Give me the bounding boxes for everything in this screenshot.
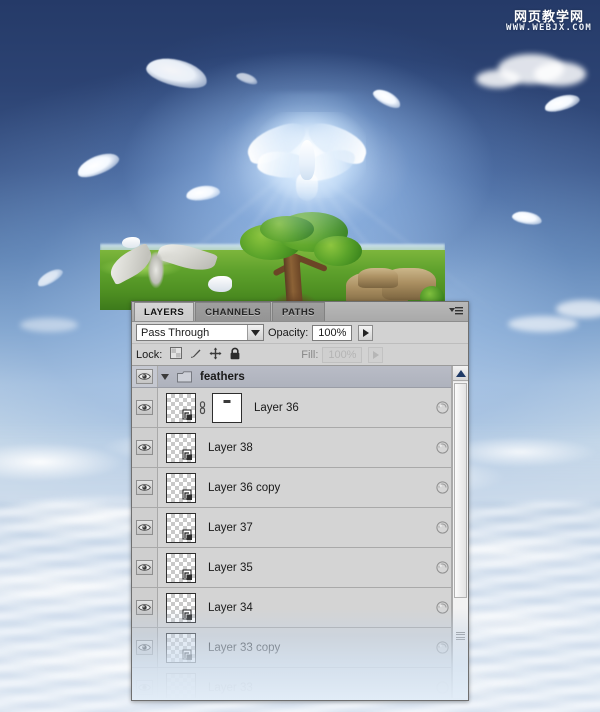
visibility-toggle[interactable]	[132, 508, 158, 547]
layer-list[interactable]: feathers Layer 36 Layer 38 Layer 36 copy…	[132, 366, 468, 698]
eye-icon[interactable]	[136, 440, 153, 455]
layer-thumbnail[interactable]	[166, 672, 196, 698]
chevron-up-icon[interactable]	[453, 366, 468, 381]
watermark: 网页教学网 WWW.WEBJX.COM	[506, 10, 592, 33]
visibility-toggle[interactable]	[132, 468, 158, 507]
effects-icon[interactable]	[436, 601, 449, 614]
screenshot-stage: 网页教学网 WWW.WEBJX.COM LAYERS CHANNELS PATH…	[0, 0, 600, 712]
opacity-label: Opacity:	[268, 326, 309, 339]
triangle-down-icon[interactable]	[158, 373, 172, 380]
lock-label: Lock:	[136, 348, 163, 361]
opacity-input[interactable]: 100%	[312, 324, 353, 341]
eye-icon[interactable]	[136, 600, 153, 615]
layer-thumbnail[interactable]	[166, 512, 196, 543]
lock-image-pixels-icon[interactable]	[189, 347, 202, 363]
layer-row[interactable]: Layer 34	[132, 588, 468, 628]
cloud-puff	[20, 318, 78, 332]
layer-mask-thumbnail[interactable]	[212, 392, 242, 423]
layer-name[interactable]: Layer 36 copy	[196, 482, 436, 494]
layer-name[interactable]: Layer 34	[196, 602, 436, 614]
fill-input[interactable]: 100%	[322, 346, 363, 363]
watermark-chinese-text: 网页教学网	[513, 9, 584, 24]
scrollbar-thumb[interactable]	[454, 383, 467, 598]
lock-all-icon[interactable]	[229, 347, 241, 363]
vertical-scrollbar[interactable]	[452, 366, 468, 698]
layer-row[interactable]: Layer 35	[132, 548, 468, 588]
panel-tab-strip: LAYERS CHANNELS PATHS	[132, 302, 468, 322]
dove-body	[299, 140, 315, 180]
layer-thumbnail[interactable]	[166, 552, 196, 583]
visibility-toggle[interactable]	[132, 366, 158, 387]
layers-panel: LAYERS CHANNELS PATHS Pass Through Opaci…	[131, 301, 469, 701]
link-icon[interactable]	[196, 400, 208, 415]
layer-row-group[interactable]: feathers	[132, 366, 468, 388]
dove-standing	[208, 276, 232, 292]
lock-transparent-pixels-icon[interactable]	[170, 347, 183, 362]
layer-row[interactable]: Layer 37	[132, 508, 468, 548]
lock-row: Lock: Fill: 100%	[132, 344, 468, 366]
effects-icon[interactable]	[436, 681, 449, 694]
effects-icon[interactable]	[436, 401, 449, 414]
layer-thumbnail[interactable]	[166, 392, 196, 423]
visibility-toggle[interactable]	[132, 548, 158, 587]
eye-icon[interactable]	[136, 640, 153, 655]
visibility-toggle[interactable]	[132, 428, 158, 467]
watermark-url-text: WWW.WEBJX.COM	[505, 22, 592, 33]
fill-spinner-arrow-icon[interactable]	[368, 346, 384, 363]
eye-icon[interactable]	[136, 680, 153, 695]
layer-thumbnail[interactable]	[166, 632, 196, 663]
eye-icon[interactable]	[136, 520, 153, 535]
eye-icon[interactable]	[136, 560, 153, 575]
visibility-toggle[interactable]	[132, 588, 158, 627]
fill-group: Fill: 100%	[301, 346, 384, 363]
layer-row[interactable]: Layer 33 copy	[132, 628, 468, 668]
layer-row[interactable]: Layer 38	[132, 428, 468, 468]
layer-name[interactable]: Layer 35	[196, 562, 436, 574]
layer-name[interactable]: Layer 33 copy	[196, 642, 436, 654]
layer-row[interactable]: Layer 36	[132, 388, 468, 428]
cloud-puff	[508, 316, 578, 332]
layer-thumbnail[interactable]	[166, 432, 196, 463]
blend-mode-select[interactable]: Pass Through	[136, 324, 264, 341]
eye-icon[interactable]	[136, 369, 153, 384]
rock-formation	[358, 268, 398, 288]
visibility-toggle[interactable]	[132, 668, 158, 698]
layer-thumbnail[interactable]	[166, 472, 196, 503]
cloud-puff	[476, 70, 520, 88]
opacity-spinner-arrow-icon[interactable]	[358, 324, 374, 341]
effects-icon[interactable]	[436, 481, 449, 494]
effects-icon[interactable]	[436, 441, 449, 454]
chevron-down-icon[interactable]	[247, 325, 263, 340]
resize-grip-icon[interactable]	[456, 632, 465, 640]
tab-paths[interactable]: PATHS	[272, 302, 325, 321]
layer-row[interactable]: Layer 33	[132, 668, 468, 698]
layer-name[interactable]: feathers	[192, 371, 468, 383]
layer-name[interactable]: Layer 36	[242, 402, 436, 414]
tab-channels[interactable]: CHANNELS	[195, 302, 272, 321]
layer-row[interactable]: Layer 36 copy	[132, 468, 468, 508]
folder-icon	[176, 370, 192, 383]
panel-menu-icon[interactable]	[447, 305, 464, 318]
layer-thumbnail[interactable]	[166, 592, 196, 623]
layer-name[interactable]: Layer 33	[196, 682, 436, 694]
eye-icon[interactable]	[136, 480, 153, 495]
visibility-toggle[interactable]	[132, 388, 158, 427]
effects-icon[interactable]	[436, 561, 449, 574]
eye-icon[interactable]	[136, 400, 153, 415]
blend-mode-value: Pass Through	[141, 326, 210, 339]
lock-position-icon[interactable]	[209, 347, 222, 363]
blend-mode-row: Pass Through Opacity: 100%	[132, 322, 468, 344]
fill-label: Fill:	[301, 348, 319, 361]
effects-icon[interactable]	[436, 521, 449, 534]
layer-name[interactable]: Layer 38	[196, 442, 436, 454]
cloud-puff	[534, 62, 586, 86]
dove-perched	[122, 237, 140, 248]
effects-icon[interactable]	[436, 641, 449, 654]
tab-layers[interactable]: LAYERS	[134, 302, 195, 321]
layer-name[interactable]: Layer 37	[196, 522, 436, 534]
visibility-toggle[interactable]	[132, 628, 158, 667]
